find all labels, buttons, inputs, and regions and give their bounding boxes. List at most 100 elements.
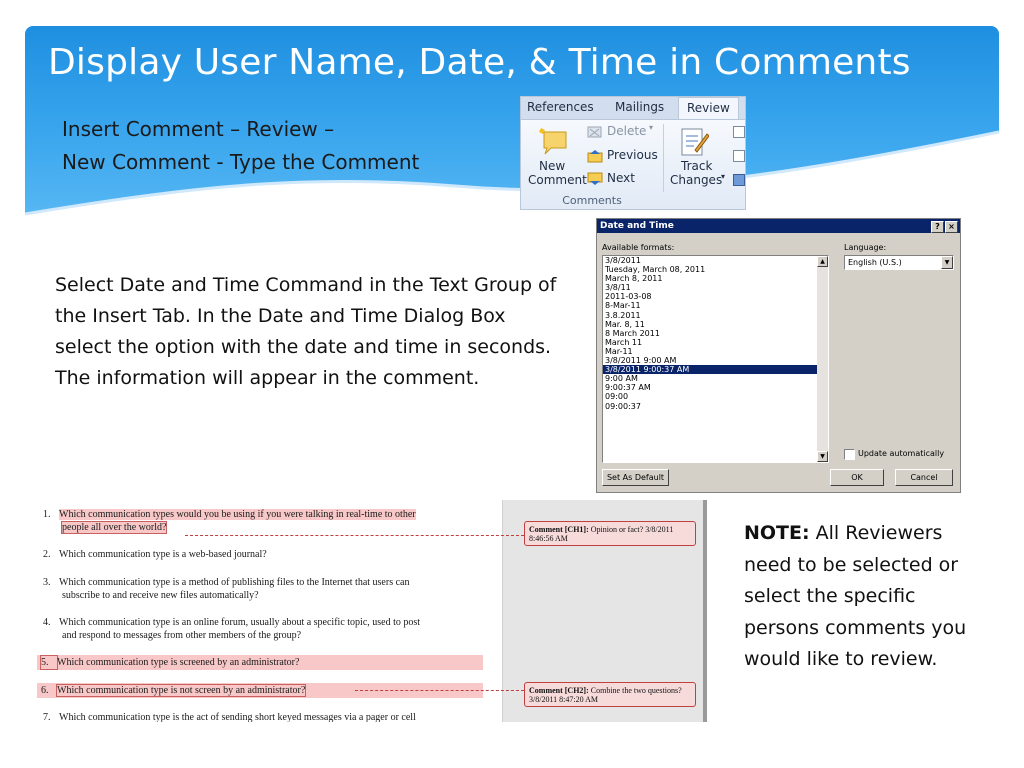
document-snippet: 1. Which communication types would you be… bbox=[35, 500, 707, 722]
language-label: Language: bbox=[844, 243, 887, 252]
format-option[interactable]: March 11 bbox=[603, 338, 828, 347]
comment-balloon-2[interactable]: Comment [CH2]: Combine the two questions… bbox=[524, 682, 696, 707]
ribbon-more-icons bbox=[733, 126, 745, 192]
format-option[interactable]: 9:00 AM bbox=[603, 374, 828, 383]
question-3-line-2: subscribe to and receive new files autom… bbox=[62, 590, 259, 601]
delete-dropdown-icon[interactable]: ▾ bbox=[649, 123, 653, 132]
question-4-line-2: and respond to messages from other membe… bbox=[62, 630, 302, 641]
date-time-dialog: Date and Time ? × Available formats: 3/8… bbox=[596, 218, 961, 493]
slide-subtitle: Insert Comment – Review – New Comment - … bbox=[62, 113, 419, 179]
track-changes-label-2: Changes bbox=[670, 173, 723, 187]
formats-items: 3/8/2011 Tuesday, March 08, 2011 March 8, … bbox=[603, 256, 828, 411]
new-comment-button[interactable]: New Comment bbox=[525, 124, 587, 192]
next-comment-button[interactable]: Next bbox=[587, 171, 657, 187]
format-option[interactable]: 8 March 2011 bbox=[603, 329, 828, 338]
comment-1-label: Comment [CH1]: bbox=[529, 525, 589, 534]
format-option[interactable]: 3/8/2011 9:00 AM bbox=[603, 356, 828, 365]
track-changes-label-1: Track bbox=[681, 159, 713, 173]
question-4-number: 4. bbox=[43, 617, 51, 628]
help-button[interactable]: ? bbox=[931, 221, 944, 233]
question-1-number: 1. bbox=[43, 509, 51, 520]
question-1-line-1: Which communication types would you be u… bbox=[59, 509, 416, 520]
question-6-number: 6. bbox=[41, 685, 49, 696]
scroll-up-icon[interactable]: ▲ bbox=[817, 256, 828, 267]
track-changes-icon bbox=[681, 128, 709, 156]
format-option[interactable]: 09:00 bbox=[603, 392, 828, 401]
next-icon bbox=[587, 172, 603, 185]
question-2-number: 2. bbox=[43, 549, 51, 560]
ok-button[interactable]: OK bbox=[830, 469, 884, 486]
instruction-paragraph: Select Date and Time Command in the Text… bbox=[55, 274, 557, 389]
delete-comment-button[interactable]: Delete ▾ bbox=[587, 123, 657, 140]
update-automatically-label: Update automatically bbox=[858, 449, 945, 458]
format-option[interactable]: Mar-11 bbox=[603, 347, 828, 356]
cancel-button[interactable]: Cancel bbox=[895, 469, 953, 486]
format-option[interactable]: 3/8/11 bbox=[603, 283, 828, 292]
set-as-default-button[interactable]: Set As Default bbox=[602, 469, 669, 486]
format-option[interactable]: 3/8/2011 9:00:37 AM bbox=[603, 365, 828, 375]
language-dropdown-icon[interactable]: ▼ bbox=[941, 256, 953, 269]
reviewing-pane-icon[interactable] bbox=[733, 174, 745, 186]
page-edge bbox=[703, 500, 707, 722]
balloons-icon[interactable] bbox=[733, 126, 745, 138]
language-value: English (U.S.) bbox=[848, 258, 902, 267]
question-4: 4. Which communication type is an online … bbox=[43, 616, 493, 642]
previous-label: Previous bbox=[607, 148, 658, 162]
slide-title: Display User Name, Date, & Time in Comme… bbox=[48, 42, 911, 83]
next-label: Next bbox=[607, 171, 635, 185]
comments-group: New Comment Delete ▾ Previous Next Track… bbox=[521, 120, 745, 209]
question-5-number: 5. bbox=[40, 655, 58, 670]
new-comment-icon bbox=[539, 128, 567, 155]
note-label: NOTE: bbox=[744, 522, 810, 544]
previous-icon bbox=[587, 150, 603, 163]
format-option[interactable]: 2011-03-08 bbox=[603, 292, 828, 301]
question-7-line-1: Which communication type is the act of s… bbox=[59, 712, 416, 722]
question-5: 5. Which communication type is screened b… bbox=[37, 655, 483, 670]
question-5-line-1: Which communication type is screened by … bbox=[57, 657, 300, 668]
format-option[interactable]: 8-Mar-11 bbox=[603, 301, 828, 310]
dialog-title-bar: Date and Time ? × bbox=[597, 219, 960, 233]
previous-comment-button[interactable]: Previous bbox=[587, 148, 658, 164]
format-option[interactable]: 09:00:37 bbox=[603, 402, 828, 411]
review-ribbon: References Mailings Review New Comment D… bbox=[520, 96, 746, 210]
delete-icon bbox=[587, 126, 602, 138]
question-1-line-2: people all over the world? bbox=[60, 521, 168, 534]
new-comment-label-2: Comment bbox=[528, 173, 587, 187]
available-formats-label: Available formats: bbox=[602, 243, 675, 252]
comment-1-leader-line bbox=[185, 535, 524, 536]
format-option[interactable]: 9:00:37 AM bbox=[603, 383, 828, 392]
question-7-number: 7. bbox=[43, 712, 51, 722]
dialog-title: Date and Time bbox=[600, 221, 674, 231]
track-changes-dropdown-icon[interactable]: ▾ bbox=[721, 172, 725, 181]
markup-icon[interactable] bbox=[733, 150, 745, 162]
format-option[interactable]: 3.8.2011 bbox=[603, 311, 828, 320]
track-changes-button[interactable]: Track Changes ▾ bbox=[667, 124, 725, 192]
format-option[interactable]: March 8, 2011 bbox=[603, 274, 828, 283]
comment-balloon-1[interactable]: Comment [CH1]: Opinion or fact? 3/8/2011… bbox=[524, 521, 696, 546]
subtitle-line-2: New Comment - Type the Comment bbox=[62, 150, 420, 174]
update-automatically-checkbox[interactable] bbox=[844, 449, 855, 460]
language-select[interactable]: English (U.S.) ▼ bbox=[844, 255, 954, 270]
tab-review[interactable]: Review bbox=[678, 97, 739, 119]
question-3: 3. Which communication type is a method o… bbox=[43, 576, 493, 602]
format-option[interactable]: Mar. 8, 11 bbox=[603, 320, 828, 329]
question-2-line-1: Which communication type is a web-based … bbox=[59, 549, 267, 560]
tab-mailings[interactable]: Mailings bbox=[615, 100, 664, 114]
comment-2-leader-line bbox=[355, 690, 524, 691]
delete-label: Delete bbox=[607, 124, 647, 138]
scroll-down-icon[interactable]: ▼ bbox=[817, 451, 828, 462]
note-text: All Reviewers need to be selected or sel… bbox=[744, 522, 967, 670]
close-button[interactable]: × bbox=[945, 221, 958, 233]
formats-list[interactable]: 3/8/2011 Tuesday, March 08, 2011 March 8, … bbox=[602, 255, 829, 463]
question-3-line-1: Which communication type is a method of … bbox=[59, 577, 410, 588]
format-option[interactable]: Tuesday, March 08, 2011 bbox=[603, 265, 828, 274]
tab-references[interactable]: References bbox=[527, 100, 594, 114]
comments-group-label: Comments bbox=[562, 194, 622, 207]
question-1: 1. Which communication types would you be… bbox=[43, 508, 493, 534]
formats-scrollbar[interactable]: ▲ ▼ bbox=[817, 256, 828, 462]
format-option[interactable]: 3/8/2011 bbox=[603, 256, 828, 265]
question-3-number: 3. bbox=[43, 577, 51, 588]
note-paragraph: NOTE: All Reviewers need to be selected … bbox=[744, 518, 984, 676]
ribbon-tab-bar: References Mailings Review bbox=[521, 97, 745, 120]
ribbon-divider bbox=[663, 124, 664, 192]
